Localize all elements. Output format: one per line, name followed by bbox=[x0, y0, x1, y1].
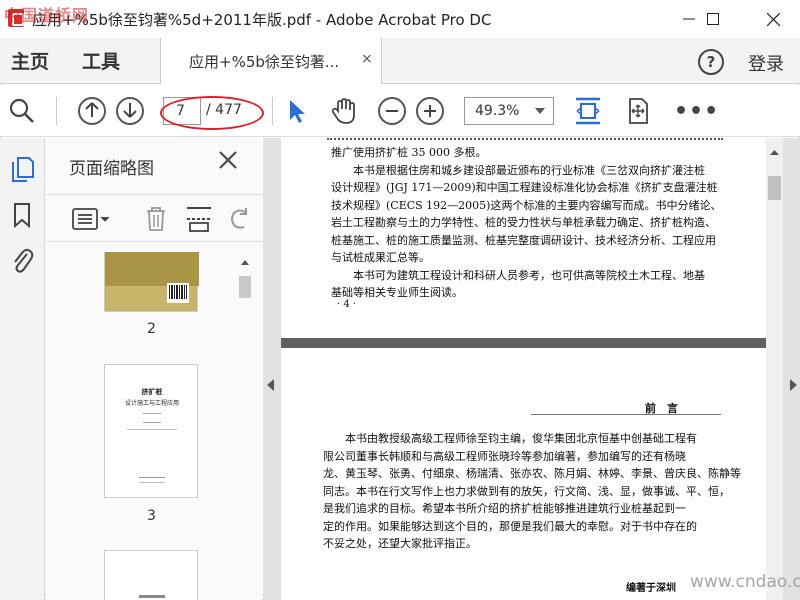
search-icon[interactable] bbox=[8, 97, 36, 125]
toolbar: 7 / 477 49.3% ••• bbox=[0, 85, 800, 137]
options-menu-icon[interactable] bbox=[72, 207, 112, 231]
navigation-rail bbox=[0, 138, 45, 600]
window-title: 应用+%5b徐至钧著%5d+2011年版.pdf - Adobe Acrobat… bbox=[32, 11, 492, 29]
cover-band bbox=[105, 252, 199, 286]
fit-page-icon[interactable] bbox=[624, 97, 652, 125]
text-line: 龙、黄玉琴、张勇、付细泉、杨瑞清、张亦农、陈月娟、林婷、李景、曾庆良、陈静等 bbox=[323, 467, 741, 480]
tab-bar: 主页 工具 应用+%5b徐至钧著... × ? 登录 bbox=[0, 38, 800, 84]
thumbnail-page-number: 2 bbox=[147, 321, 156, 337]
site-watermark: www.cndao.com bbox=[690, 572, 800, 592]
zoom-out-button[interactable] bbox=[378, 97, 406, 125]
document-scrollbar[interactable] bbox=[766, 138, 783, 600]
arrow-up-icon bbox=[85, 102, 99, 117]
scroll-thumb[interactable] bbox=[239, 276, 251, 298]
select-cursor-icon[interactable] bbox=[284, 97, 312, 125]
text-line: 岩土工程勘察与土的力学特性、桩的受力性状与单桩承载力确定、挤扩桩构造、 bbox=[331, 216, 716, 229]
thumbnails-panel: 页面缩略图 2 挤扩桩 设计施工与工程应用 3 bbox=[46, 138, 262, 600]
help-icon[interactable]: ? bbox=[698, 49, 724, 75]
text-line: 桩基施工、桩的施工质量监测、桩基完整度调研设计、技术经济分析、工程应用 bbox=[331, 233, 716, 247]
document-tab-label: 应用+%5b徐至钧著... bbox=[189, 53, 340, 71]
zoom-in-button[interactable] bbox=[416, 97, 444, 125]
more-options-button[interactable]: ••• bbox=[674, 99, 719, 124]
login-button[interactable]: 登录 bbox=[748, 50, 784, 76]
fit-width-icon[interactable] bbox=[574, 97, 602, 125]
close-icon bbox=[766, 12, 780, 26]
heading-rule bbox=[531, 414, 721, 415]
thumbnail-toolbar bbox=[46, 194, 262, 242]
page-number-annotation-circle bbox=[160, 96, 264, 130]
text-line: 本书是根据住房和城乡建设部最近颁布的行业标准《三岔双向挤扩灌注桩 bbox=[331, 163, 705, 177]
text-line: 不妥之处，还望大家批评指正。 bbox=[323, 537, 477, 550]
toolbar-divider bbox=[56, 97, 57, 125]
thumbnail-page-4[interactable] bbox=[104, 550, 198, 600]
thumbnail-scrollbar[interactable] bbox=[239, 252, 251, 600]
thumbnail-page-3[interactable]: 挤扩桩 设计施工与工程应用 bbox=[104, 364, 198, 498]
previous-page-arrow-icon[interactable] bbox=[267, 379, 274, 391]
thumbnail-book-title: 挤扩桩 bbox=[141, 388, 163, 396]
text-line: 本书可为建筑工程设计和科研人员参考，也可供高等院校土木工程、地基 bbox=[331, 268, 705, 282]
rotate-icon[interactable] bbox=[228, 205, 252, 233]
thumbnail-book-subtitle: 设计施工与工程应用 bbox=[124, 400, 179, 407]
preface-heading: 前 言 bbox=[645, 402, 678, 415]
next-page-button[interactable] bbox=[116, 97, 144, 125]
previous-page-button[interactable] bbox=[78, 97, 106, 125]
thumbnail-author-lines bbox=[143, 413, 161, 423]
text-line: 基础等相关专业师生阅读。 bbox=[331, 286, 463, 299]
text-line: 设计规程》(JGJ 171—2009)和中国工程建设标准化协会标准《挤扩支盘灌注… bbox=[331, 181, 718, 194]
text-line: 推广使用挤扩桩 35 000 多根。 bbox=[331, 146, 487, 159]
text-line: 技术规程》(CECS 192—2005)这两个标准的主要内容编写而成。书中分绪论… bbox=[331, 198, 722, 212]
hand-tool-icon[interactable] bbox=[330, 97, 358, 125]
minus-icon bbox=[386, 110, 398, 112]
scroll-up-icon[interactable] bbox=[240, 258, 250, 266]
delete-icon[interactable] bbox=[144, 205, 168, 233]
text-line: 限公司董事长韩顺和与高级工程师张晓玲等参加编著，参加编写的还有杨晓 bbox=[323, 449, 686, 463]
close-panel-icon[interactable] bbox=[218, 150, 238, 170]
page-4-body: 推广使用挤扩桩 35 000 多根。 本书是根据住房和城乡建设部最近颁布的行业标… bbox=[331, 144, 741, 302]
tab-home[interactable]: 主页 bbox=[11, 47, 49, 74]
document-tab-close-button[interactable]: × bbox=[361, 51, 373, 67]
maximize-icon bbox=[707, 13, 719, 25]
tab-document[interactable]: 应用+%5b徐至钧著... × bbox=[160, 38, 382, 84]
bookmark-icon[interactable] bbox=[12, 202, 32, 228]
preface-signature: 编著于深圳 bbox=[626, 583, 676, 594]
arrow-down-icon bbox=[123, 103, 137, 118]
close-window-button[interactable] bbox=[750, 0, 796, 38]
zoom-level-value: 49.3% bbox=[475, 103, 520, 119]
panel-title: 页面缩略图 bbox=[69, 159, 154, 179]
corner-watermark: 中国道桥网 bbox=[4, 6, 90, 25]
scroll-thumb[interactable] bbox=[768, 176, 781, 200]
thumbnail-page-2[interactable] bbox=[104, 252, 199, 312]
cut-off-text-fragment bbox=[327, 138, 723, 140]
page-number-footer: · 4 · bbox=[337, 299, 357, 310]
tab-tools[interactable]: 工具 bbox=[82, 47, 120, 74]
text-line: 是我们追求的目标。希望本书所介绍的挤扩桩能够推进建筑行业桩基起到一 bbox=[323, 502, 686, 515]
document-page-5: 前 言 本书由教授级高级工程师徐至钧主编，俊华集团北京恒基中创基础工程有 限公司… bbox=[281, 348, 766, 600]
next-page-arrow-icon[interactable] bbox=[790, 379, 797, 391]
chevron-down-icon bbox=[535, 108, 545, 114]
page-thumbnails-icon[interactable] bbox=[10, 156, 36, 184]
toolbar-divider bbox=[272, 97, 273, 125]
plus-icon bbox=[424, 105, 436, 117]
document-page-4: 推广使用挤扩桩 35 000 多根。 本书是根据住房和城乡建设部最近颁布的行业标… bbox=[281, 138, 766, 338]
page-separator bbox=[281, 338, 766, 348]
maximize-button[interactable] bbox=[690, 0, 736, 38]
zoom-level-select[interactable]: 49.3% bbox=[464, 97, 554, 125]
text-line: 定的作用。如果能够达到这个目的，那便是我们最大的幸慰。对于书中存在的 bbox=[323, 519, 697, 533]
preface-body: 本书由教授级高级工程师徐至钧主编，俊华集团北京恒基中创基础工程有 限公司董事长韩… bbox=[323, 430, 743, 553]
thumbnail-text-line bbox=[127, 429, 177, 430]
text-line: 与试桩成果汇总等。 bbox=[331, 251, 430, 264]
thumbnail-text-line bbox=[139, 595, 165, 598]
text-line: 本书由教授级高级工程师徐至钧主编，俊华集团北京恒基中创基础工程有 bbox=[323, 432, 697, 445]
barcode-icon bbox=[167, 283, 189, 303]
text-line: 同志。本书在行文写作上也力求做到有的放矢，行文简、浅、显，做事诚、平、恒， bbox=[323, 484, 730, 498]
insert-page-icon[interactable] bbox=[186, 205, 212, 233]
scroll-up-icon[interactable] bbox=[769, 148, 780, 156]
thumbnail-page-number: 3 bbox=[147, 508, 156, 524]
title-bar: 应用+%5b徐至钧著%5d+2011年版.pdf - Adobe Acrobat… bbox=[0, 0, 800, 38]
attachment-icon[interactable] bbox=[10, 246, 34, 274]
thumbnail-publisher-lines bbox=[139, 477, 165, 483]
